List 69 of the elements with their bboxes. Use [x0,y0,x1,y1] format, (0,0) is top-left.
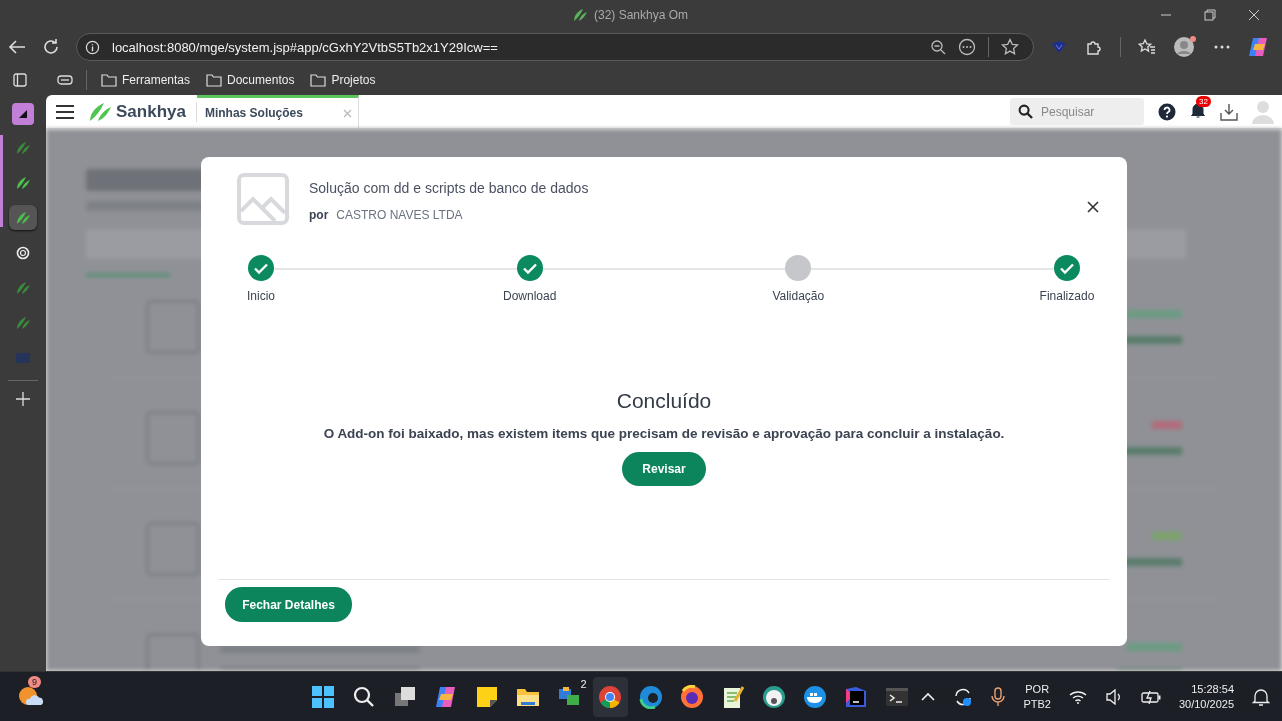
clock-time[interactable]: 15:28:54 [1191,683,1234,695]
close-details-button[interactable]: Fechar Detalhes [225,587,352,622]
sync-icon[interactable] [953,686,974,707]
microphone-icon[interactable] [991,686,1006,707]
edge-icon[interactable] [639,684,664,709]
volume-icon[interactable] [1104,688,1123,705]
review-button[interactable]: Revisar [622,452,706,486]
task-view-icon[interactable] [393,684,418,709]
notification-badge: 32 [1196,95,1211,107]
reload-icon[interactable] [42,38,60,56]
vendor-name: CASTRO NAVES LTDA [336,208,463,222]
step-label: Inicio [247,289,275,303]
close-icon[interactable] [1087,201,1099,213]
step-label: Download [502,289,557,303]
menu-icon[interactable] [56,104,74,119]
battery-icon[interactable] [1140,689,1161,704]
tab-actions-icon[interactable] [12,71,28,88]
chevron-up-icon[interactable] [921,692,936,701]
bookmark[interactable]: Documentos [204,72,297,87]
bell-icon[interactable] [1190,101,1206,118]
chat-count: 2 [580,677,587,690]
restore-icon[interactable] [1204,9,1216,21]
folder-icon [206,72,223,87]
notepad-icon[interactable] [721,684,746,709]
more-icon[interactable] [958,38,976,56]
step-label: Validação [772,289,825,303]
back-icon[interactable] [8,39,26,55]
keyboard-layout[interactable]: PTB2 [1023,698,1051,710]
notification-bell-icon[interactable] [1252,687,1270,706]
search-field[interactable]: Pesquisar [1010,98,1144,125]
folder-icon [310,72,327,87]
url-text: localhost:8080/mge/system.jsp#app/cGxhY2VtbS5Tb2x1Y29Icw== [112,39,498,55]
firefox-icon[interactable] [680,684,705,709]
clock-date[interactable]: 30/10/2025 [1178,698,1234,710]
wifi-icon[interactable] [1068,689,1087,704]
zoom-out-icon[interactable] [930,39,946,55]
star-icon[interactable] [1001,38,1019,56]
bookmark[interactable]: Ferramentas [99,72,193,87]
sidebar-app-icon[interactable] [9,205,37,230]
solution-title: Solução com dd e scripts de banco de dados [309,180,589,196]
status-title: Concluído [616,389,712,413]
app-shortcut-icon[interactable] [12,103,34,125]
favorites-icon[interactable] [1138,38,1156,56]
logo-icon [88,101,112,122]
address-bar[interactable]: localhost:8080/mge/system.jsp#app/cGxhY2VtbS5Tb2x1Y29Icw== [76,33,1034,61]
bookmark[interactable]: Projetos [308,72,378,87]
step-label: Finalizado [1039,289,1095,303]
chrome-icon[interactable] [598,684,623,709]
sticky-note-icon[interactable] [475,684,500,709]
download-icon[interactable] [1220,102,1238,121]
collections-icon[interactable] [56,72,74,87]
image-placeholder-icon [237,173,289,225]
help-icon[interactable] [1158,102,1176,121]
window-title: (32) Sankhya Om [593,8,688,22]
info-icon [85,39,100,55]
language-code[interactable]: POR [1025,683,1050,695]
by-label: por [309,208,329,222]
weather-badge: 9 [28,675,41,688]
copilot-icon[interactable] [1247,36,1269,58]
folder-icon [101,72,117,87]
add-icon[interactable] [15,391,31,407]
status-message: O Add-on foi baixado, mas existem items que precisam de revisão e aprovação para concluir a instalação. [323,426,1005,441]
start-icon[interactable] [311,684,336,709]
menu-dots-icon[interactable] [1214,45,1230,49]
puzzle-icon[interactable] [1085,38,1103,56]
brand-name: Sankhya [116,101,186,122]
leaf-logo-icon [571,8,588,22]
profile-avatar-icon[interactable] [1173,35,1197,59]
ide-icon[interactable] [844,684,869,709]
